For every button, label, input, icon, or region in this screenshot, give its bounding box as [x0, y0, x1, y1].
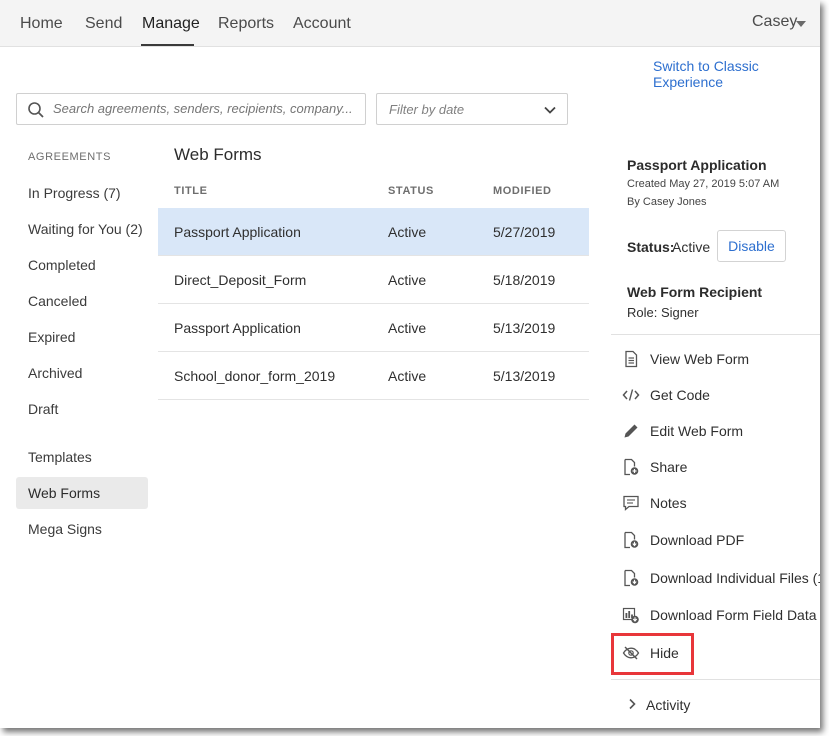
row-status: Active: [388, 224, 427, 240]
sidebar-item-mega-signs[interactable]: Mega Signs: [16, 513, 148, 545]
nav-account[interactable]: Account: [293, 15, 351, 33]
caret-down-icon[interactable]: [796, 21, 806, 27]
table-row[interactable]: School_donor_form_2019 Active 5/13/2019: [158, 352, 589, 400]
download-data-icon: [622, 607, 639, 624]
action-label: Download Individual Files (1): [650, 570, 820, 586]
notes-icon: [623, 495, 639, 511]
action-label: Download Form Field Data: [650, 607, 817, 623]
row-modified: 5/27/2019: [493, 224, 556, 240]
download-files-icon: [624, 569, 639, 587]
app-window: Home Send Manage Reports Account Casey S…: [0, 0, 820, 728]
recipient-role: Role: Signer: [627, 305, 699, 320]
sidebar-item-templates[interactable]: Templates: [16, 441, 148, 473]
activity-toggle[interactable]: Activity: [646, 697, 690, 713]
code-icon: [622, 389, 640, 401]
page-title: Web Forms: [174, 145, 262, 164]
sidebar-item-draft[interactable]: Draft: [16, 393, 148, 425]
row-modified: 5/13/2019: [493, 368, 556, 384]
disable-button[interactable]: Disable: [717, 230, 786, 262]
table-row[interactable]: Direct_Deposit_Form Active 5/18/2019: [158, 256, 589, 304]
row-status: Active: [388, 368, 427, 384]
row-modified: 5/18/2019: [493, 272, 556, 288]
detail-created-date: Created May 27, 2019 5:07 AM: [627, 178, 780, 190]
date-filter-label: Filter by date: [389, 102, 465, 117]
detail-title: Passport Application: [627, 157, 767, 173]
search-box[interactable]: [16, 93, 366, 125]
table-row[interactable]: Passport Application Active 5/27/2019: [158, 208, 589, 256]
sidebar-header: AGREEMENTS: [28, 151, 112, 163]
top-navigation: Home Send Manage Reports Account Casey: [0, 0, 820, 47]
sidebar-item-completed[interactable]: Completed: [16, 249, 148, 281]
nav-manage[interactable]: Manage: [142, 15, 200, 33]
switch-classic-link[interactable]: Switch to Classic Experience: [653, 58, 820, 90]
sidebar-item-waiting[interactable]: Waiting for You (2): [16, 213, 148, 245]
row-status: Active: [388, 272, 427, 288]
status-label: Status:: [627, 239, 675, 255]
panel-divider: [611, 334, 820, 335]
column-header-title[interactable]: TITLE: [174, 185, 208, 197]
hide-highlight-box: [611, 633, 694, 675]
user-menu[interactable]: Casey: [752, 13, 797, 31]
action-label: View Web Form: [650, 351, 750, 367]
row-status: Active: [388, 320, 427, 336]
column-header-modified[interactable]: MODIFIED: [493, 185, 552, 197]
share-icon: [624, 458, 639, 476]
active-tab-indicator: [141, 44, 194, 46]
nav-home[interactable]: Home: [20, 15, 63, 33]
chevron-right-icon[interactable]: [626, 698, 638, 710]
row-title: School_donor_form_2019: [174, 368, 336, 384]
pencil-icon: [624, 424, 638, 438]
action-label: Share: [650, 459, 688, 475]
detail-author: By Casey Jones: [627, 196, 707, 208]
action-label: Edit Web Form: [650, 423, 744, 439]
sidebar-item-web-forms[interactable]: Web Forms: [16, 477, 148, 509]
row-title: Passport Application: [174, 320, 301, 336]
row-title: Direct_Deposit_Form: [174, 272, 307, 288]
search-input[interactable]: [53, 101, 353, 116]
row-modified: 5/13/2019: [493, 320, 556, 336]
chevron-down-icon: [544, 106, 556, 114]
download-pdf-icon: [624, 531, 639, 549]
action-label: Get Code: [650, 387, 710, 403]
recipient-title: Web Form Recipient: [627, 284, 763, 300]
table-row[interactable]: Passport Application Active 5/13/2019: [158, 304, 589, 352]
sidebar-item-archived[interactable]: Archived: [16, 357, 148, 389]
action-label: Notes: [650, 495, 687, 511]
sidebar-item-canceled[interactable]: Canceled: [16, 285, 148, 317]
sidebar-item-expired[interactable]: Expired: [16, 321, 148, 353]
status-value: Active: [672, 239, 711, 255]
date-filter-select[interactable]: Filter by date: [376, 93, 568, 125]
nav-reports[interactable]: Reports: [218, 15, 274, 33]
nav-send[interactable]: Send: [85, 15, 122, 33]
action-label: Download PDF: [650, 532, 745, 548]
search-icon: [28, 102, 44, 118]
column-header-status[interactable]: STATUS: [388, 185, 434, 197]
row-title: Passport Application: [174, 224, 301, 240]
sidebar-item-in-progress[interactable]: In Progress (7): [16, 177, 148, 209]
panel-divider: [611, 679, 820, 680]
document-icon: [625, 350, 638, 368]
